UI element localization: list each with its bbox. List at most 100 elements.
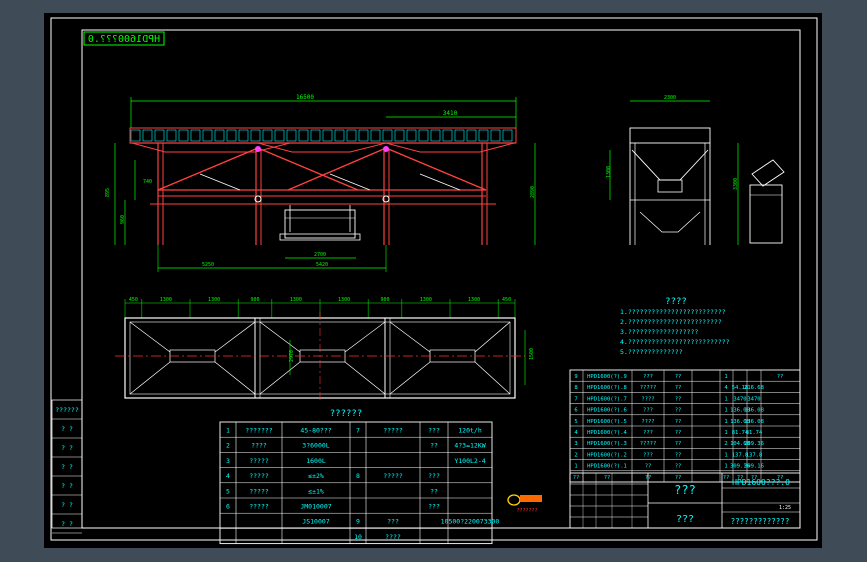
spec-table-cell: 3: [226, 457, 230, 465]
parts-table-cell: ?????: [640, 385, 657, 391]
parts-table-cell: 2: [574, 452, 577, 458]
hopper-cell: [178, 129, 189, 142]
hopper-cell: [166, 129, 177, 142]
parts-table-cell: ??: [675, 374, 682, 380]
spec-table-cell: 2: [226, 442, 230, 450]
hopper-cell: [382, 129, 393, 142]
parts-table-cell: ??: [675, 441, 682, 447]
parts-table-cell: ??: [777, 374, 784, 380]
parts-table-cell: 9: [574, 374, 577, 380]
parts-table-cell: HPD1600(?).8: [587, 385, 627, 391]
dim-front-small-left: 740: [143, 179, 152, 185]
plan-dim-label: 450: [129, 297, 138, 303]
plan-dim-label: 1300: [420, 297, 432, 303]
parts-table-cell: ??: [675, 385, 682, 391]
dim-front-left-h: 895: [105, 188, 111, 197]
hopper-cell: [274, 129, 285, 142]
parts-table-cell: 1: [724, 452, 727, 458]
plan-dim-label: 1300: [468, 297, 480, 303]
company-logo: ???????: [507, 494, 542, 514]
drawing-svg: HPD1600???.0 16500 3410 895 960 740 2890…: [50, 17, 818, 545]
hopper-cell: [358, 129, 369, 142]
parts-table-cell: HPD1600(?).1: [587, 464, 627, 470]
left-block-label: ? ?: [61, 501, 73, 509]
hopper-cell: [262, 129, 273, 142]
spec-table-cell: ?????: [249, 503, 269, 511]
parts-table-cell: 1: [724, 396, 727, 402]
left-block-label: ? ?: [61, 425, 73, 433]
title-block-name1: ???: [674, 483, 696, 497]
hopper-cell: [214, 129, 225, 142]
hopper-cell: [250, 129, 261, 142]
parts-table-cell: ??: [645, 464, 652, 470]
hopper-cell: [454, 129, 465, 142]
plan-dim-label: 1300: [208, 297, 220, 303]
parts-table-cell: 2: [724, 441, 727, 447]
parts-table-cell: ????: [641, 419, 654, 425]
note-line: 4.??????????????????????????: [620, 338, 730, 346]
dim-side-right-h: 3300: [733, 178, 739, 190]
hopper-cell: [418, 129, 429, 142]
hopper-cell: [310, 129, 321, 142]
spec-table-cell: 8: [356, 472, 360, 480]
left-block-label: ? ?: [61, 520, 73, 528]
parts-table-cell: ???: [643, 374, 653, 380]
notes-block: ???? 1.????????????????????????? 2.??????…: [620, 297, 730, 356]
parts-table-cell: 7: [574, 396, 577, 402]
plan-dim-left: 2970: [289, 350, 295, 362]
left-block-label: ??????: [55, 406, 79, 414]
spec-table-cell: ≤±1%: [308, 487, 324, 495]
front-elevation: 16500 3410 895 960 740 2890 5250 2700 54…: [105, 94, 536, 272]
notes-title: ????: [665, 297, 687, 307]
parts-table-cell: ??: [675, 452, 682, 458]
spec-table-cell: 10500?220073300: [441, 518, 500, 526]
hopper-cell: [478, 129, 489, 142]
hopper-cell: [142, 129, 153, 142]
spec-table-cell: ?????: [249, 457, 269, 465]
title-block-name2: ???: [676, 514, 694, 525]
parts-table-cell: 81.74: [746, 430, 763, 436]
spec-table-cell: ???: [428, 427, 440, 435]
parts-table-cell: HPD1600(?).9: [587, 374, 627, 380]
hopper-cell: [190, 129, 201, 142]
plan-view: 450 1300 1300 900 1300 1300 900 1300 1300 450: [115, 297, 535, 400]
dim-front-bottom-center: 5420: [316, 262, 328, 268]
note-line: 1.?????????????????????????: [620, 308, 726, 316]
spec-table-cell: ?????: [383, 427, 403, 435]
parts-table-cell: 309.16: [744, 464, 764, 470]
hopper-cell: [406, 129, 417, 142]
outer-frame: [50, 17, 818, 541]
hopper-cell: [130, 129, 141, 142]
parts-table-cell: 1: [724, 419, 727, 425]
inner-frame: [81, 29, 801, 529]
spec-table-cell: 45-80???: [300, 427, 331, 435]
hopper-cell: [466, 129, 477, 142]
plan-dim-right: 1500: [529, 348, 535, 360]
cad-viewport[interactable]: HPD1600???.0 16500 3410 895 960 740 2890…: [0, 0, 867, 562]
parts-table-cell: HPD1600(?).2: [587, 452, 627, 458]
parts-table-cell: ??: [604, 475, 611, 481]
hopper-cell: [490, 129, 501, 142]
parts-table-cell: HPD1600(?).5: [587, 419, 627, 425]
note-line: 3.??????????????????: [620, 328, 698, 336]
parts-table-cell: 216.68: [744, 385, 764, 391]
parts-table-cell: 3: [574, 441, 577, 447]
parts-table-cell: ??: [675, 430, 682, 436]
title-block-company: ?????????????: [731, 517, 790, 526]
left-block-label: ? ?: [61, 482, 73, 490]
parts-table-cell: 4: [724, 385, 728, 391]
parts-table-cell: HPD1600(?).4: [587, 430, 627, 436]
parts-table-cell: 1: [724, 464, 727, 470]
parts-table-cell: 4: [574, 430, 578, 436]
hopper-cell: [502, 129, 513, 142]
spec-table-cell: ????: [251, 442, 267, 450]
hopper-cell: [298, 129, 309, 142]
spec-table-cell: ???: [387, 518, 399, 526]
parts-table-cell: ??: [675, 475, 682, 481]
hopper-cell: [154, 129, 165, 142]
parts-table-cell: 6: [574, 408, 577, 414]
title-block-scale: 1:25: [779, 505, 791, 511]
parts-table-cell: 209.36: [744, 441, 764, 447]
parts-table-cell: 136.08: [744, 408, 764, 414]
spec-table-title: ??????: [330, 409, 363, 419]
